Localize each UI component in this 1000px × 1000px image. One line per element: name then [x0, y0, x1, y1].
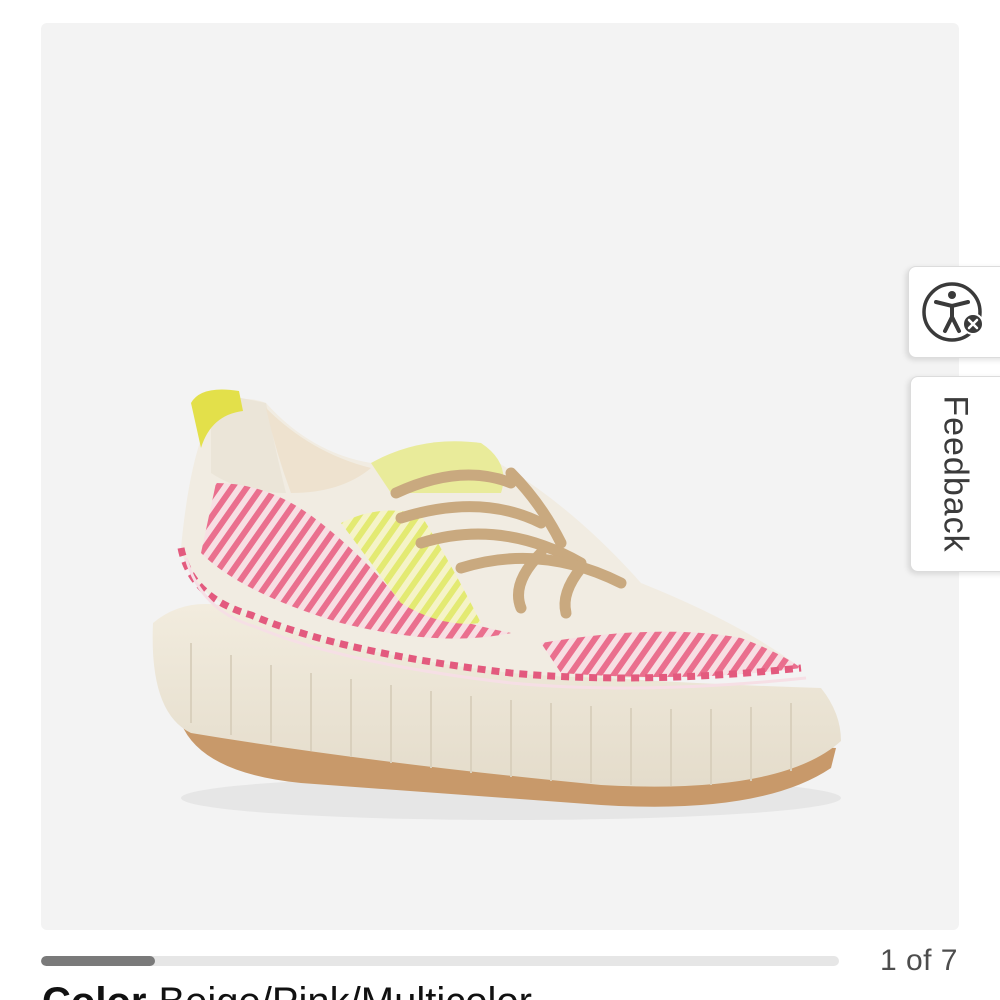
image-counter: 1 of 7	[879, 944, 958, 977]
color-label: Color	[42, 980, 146, 1000]
feedback-label: Feedback	[936, 395, 975, 553]
gallery-progress-bar[interactable]	[41, 956, 839, 966]
product-image[interactable]	[41, 23, 959, 930]
feedback-button[interactable]: Feedback	[910, 376, 1000, 572]
product-image-gallery[interactable]	[41, 23, 959, 930]
color-value: Beige/Pink/Multicolor	[158, 980, 532, 1000]
accessibility-button[interactable]	[908, 266, 1000, 358]
color-selection: Color Beige/Pink/Multicolor	[42, 980, 532, 1000]
accessibility-person-icon	[922, 282, 984, 342]
gallery-progress-fill	[41, 956, 156, 966]
product-page: 1 of 7 Color Beige/Pink/Multicolor Feedba…	[0, 0, 1000, 1000]
